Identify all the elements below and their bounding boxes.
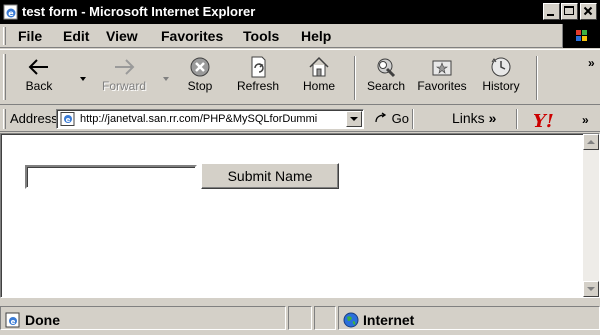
svg-text:e: e xyxy=(66,116,71,124)
menu-favorites[interactable]: Favorites xyxy=(161,28,223,44)
favorites-icon xyxy=(432,60,452,76)
address-field[interactable]: e http://janetval.san.rr.com/PHP&MySQLfo… xyxy=(56,109,364,129)
page-icon: e xyxy=(60,112,75,126)
close-icon xyxy=(583,6,593,16)
stop-button[interactable]: Stop xyxy=(178,52,222,104)
svg-text:e: e xyxy=(8,9,14,18)
back-button[interactable]: Back xyxy=(14,52,64,104)
window-title: test form - Microsoft Internet Explorer xyxy=(22,4,256,19)
stop-icon xyxy=(190,57,210,77)
forward-button[interactable]: Forward xyxy=(96,52,152,104)
vertical-scrollbar[interactable] xyxy=(583,134,599,297)
submit-name-button[interactable]: Submit Name xyxy=(201,163,339,189)
home-button[interactable]: Home xyxy=(296,52,342,104)
home-label: Home xyxy=(302,79,335,93)
yahoo-separator xyxy=(516,109,518,129)
menu-bar: File Edit View Favorites Tools Help xyxy=(0,24,600,48)
close-button[interactable] xyxy=(580,3,597,20)
back-dropdown-arrow[interactable] xyxy=(80,77,86,81)
minimize-button[interactable] xyxy=(543,3,560,20)
menu-edit[interactable]: Edit xyxy=(63,28,89,44)
status-pane-main: e Done xyxy=(0,306,286,330)
history-icon xyxy=(491,57,511,77)
refresh-icon xyxy=(251,56,266,78)
go-arrow-icon xyxy=(375,112,387,123)
page-body: Submit Name xyxy=(3,136,583,295)
window-controls xyxy=(542,3,597,20)
status-pane-zone: Internet xyxy=(338,306,600,330)
search-icon xyxy=(377,58,396,78)
refresh-label: Refresh xyxy=(236,79,280,93)
maximize-icon xyxy=(564,6,574,15)
search-label: Search xyxy=(366,79,406,93)
status-zone: Internet xyxy=(343,312,414,328)
forward-label: Forward xyxy=(101,79,146,93)
title-bar: e test form - Microsoft Internet Explore… xyxy=(0,0,600,24)
menu-file[interactable]: File xyxy=(18,28,42,44)
windows-logo xyxy=(562,24,600,48)
go-label: Go xyxy=(391,111,409,126)
status-text: Done xyxy=(25,312,60,328)
menu-help[interactable]: Help xyxy=(301,28,331,44)
favorites-button[interactable]: Favorites xyxy=(414,52,470,104)
internet-globe-icon xyxy=(343,312,359,328)
history-label: History xyxy=(482,79,520,93)
links-separator xyxy=(412,109,414,129)
favorites-label: Favorites xyxy=(417,79,467,93)
yahoo-logo-text: Y! xyxy=(533,111,554,130)
name-input[interactable] xyxy=(25,165,197,189)
yahoo-logo-icon[interactable]: Y! xyxy=(530,110,566,130)
forward-arrow-icon xyxy=(115,59,135,75)
minimize-icon xyxy=(547,14,554,16)
refresh-button[interactable]: Refresh xyxy=(232,52,284,104)
toolbar-separator-end xyxy=(536,56,538,100)
menu-view[interactable]: View xyxy=(106,28,138,44)
back-label: Back xyxy=(25,79,53,93)
page-viewport: Submit Name xyxy=(0,133,600,298)
stop-label: Stop xyxy=(187,79,213,93)
toolbar-separator xyxy=(354,56,356,100)
links-button[interactable]: Links » xyxy=(452,110,496,126)
scroll-down-button[interactable] xyxy=(583,281,599,297)
address-bar-grip[interactable] xyxy=(3,109,6,129)
address-bar: Address e http://janetval.san.rr.com/PHP… xyxy=(0,106,600,132)
status-bar: e Done Internet xyxy=(0,300,600,335)
back-arrow-icon xyxy=(28,59,48,75)
forward-dropdown-arrow[interactable] xyxy=(163,77,169,81)
status-pane-progress xyxy=(288,306,312,330)
windows-flag-icon xyxy=(576,30,587,41)
status-zone-text: Internet xyxy=(363,312,415,328)
toolbar-grip[interactable] xyxy=(3,54,6,100)
standard-toolbar: Back Forward Stop Refresh Home Search Fa… xyxy=(0,49,600,105)
menu-tools[interactable]: Tools xyxy=(243,28,279,44)
menu-bar-grip[interactable] xyxy=(3,27,6,45)
status-done: e Done xyxy=(5,312,60,328)
links-label: Links xyxy=(452,110,485,126)
address-dropdown-button[interactable] xyxy=(346,111,362,127)
svg-text:e: e xyxy=(11,318,16,326)
status-pane-lock xyxy=(314,306,336,330)
history-button[interactable]: History xyxy=(476,52,526,104)
links-chevron: » xyxy=(488,110,497,126)
address-overflow-chevron[interactable]: » xyxy=(582,113,589,127)
scroll-up-button[interactable] xyxy=(583,134,599,150)
search-button[interactable]: Search xyxy=(362,52,410,104)
address-label: Address xyxy=(10,111,58,126)
page-done-icon: e xyxy=(5,312,20,328)
maximize-button[interactable] xyxy=(561,3,578,20)
go-button[interactable]: Go xyxy=(374,111,409,126)
ie-page-icon: e xyxy=(3,4,18,20)
home-icon xyxy=(309,56,329,77)
address-url: http://janetval.san.rr.com/PHP&MySQLforD… xyxy=(80,113,318,125)
toolbar-overflow-chevron[interactable]: » xyxy=(588,56,595,70)
